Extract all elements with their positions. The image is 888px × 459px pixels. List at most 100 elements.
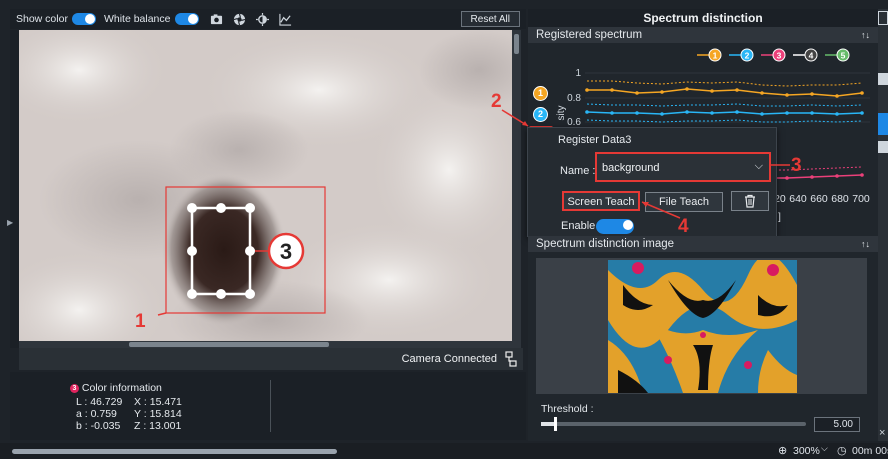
spectrum-series-line: [587, 80, 863, 87]
spectrum-point: [735, 110, 739, 114]
spectrum-point: [660, 90, 664, 94]
color-info-title: Color information: [81, 382, 162, 394]
spectrum-point: [610, 111, 614, 115]
x-tick: 680: [831, 193, 849, 205]
sort-icon[interactable]: ↑↓: [861, 236, 870, 252]
annotation-arrow-4: [641, 201, 681, 219]
elapsed-time: 00m 00s: [852, 445, 888, 457]
camera-view[interactable]: 3: [19, 30, 518, 348]
color-information: 3 Color information L : 46.729 X : 15.471…: [70, 382, 182, 432]
popup-title: Register Data3: [558, 134, 632, 146]
spectrum-point: [710, 111, 714, 115]
legend-label: 2: [745, 51, 750, 61]
spectrum-point: [810, 175, 814, 179]
registered-item-1[interactable]: 1: [533, 86, 548, 101]
graph-icon[interactable]: [278, 13, 292, 26]
show-color-toggle[interactable]: [71, 13, 96, 25]
reset-all-button[interactable]: Reset All: [460, 11, 520, 27]
sort-icon[interactable]: ↑↓: [861, 27, 870, 43]
clock-icon: ◷: [837, 445, 847, 457]
threshold-label: Threshold :: [541, 403, 594, 415]
registered-spectrum-header[interactable]: Registered spectrum ↑↓: [528, 27, 878, 43]
spectrum-point: [860, 91, 864, 95]
zoom-in-icon[interactable]: ⊕: [778, 444, 787, 457]
annotation-1: 1: [135, 311, 146, 332]
trash-icon: [745, 194, 755, 208]
spectrum-image-area: [536, 258, 867, 394]
bottom-scrollbar[interactable]: [12, 449, 337, 454]
chevron-down-icon[interactable]: ⌵: [821, 443, 828, 454]
x-tick: 640: [789, 193, 807, 205]
name-select-value: background: [602, 162, 660, 174]
spectrum-point: [635, 111, 639, 115]
white-balance-toggle[interactable]: [174, 13, 199, 25]
camera-icon[interactable]: [210, 13, 223, 26]
zoom-level[interactable]: 300%: [793, 445, 820, 457]
left-gutter: [10, 30, 19, 348]
x-tick: 700: [852, 193, 870, 205]
threshold-slider[interactable]: [541, 417, 806, 431]
camera-vertical-scrollbar[interactable]: [512, 30, 521, 348]
spectrum-point: [860, 111, 864, 115]
name-select[interactable]: background ⌵: [595, 152, 771, 182]
spectrum-point: [585, 88, 589, 92]
annotation-3: 3: [791, 155, 802, 176]
enable-toggle[interactable]: [596, 219, 634, 234]
spectrum-point: [685, 110, 689, 114]
camera-status-bar: Camera Connected: [19, 348, 523, 370]
white-balance-label: White balance: [103, 13, 171, 25]
spectrum-point: [660, 112, 664, 116]
spectrum-point: [860, 173, 864, 177]
screen-teach-button[interactable]: Screen Teach: [562, 191, 640, 211]
aperture-icon[interactable]: [233, 13, 246, 26]
close-icon[interactable]: ×: [879, 427, 885, 439]
spectrum-point: [710, 89, 714, 93]
panel-icon[interactable]: [878, 141, 888, 153]
spectrum-mode-icon[interactable]: [878, 113, 888, 135]
spectrum-distinction-image: [608, 260, 797, 393]
camera-status-text: Camera Connected: [401, 353, 497, 365]
spectrum-image-header[interactable]: Spectrum distinction image ↑↓: [528, 236, 878, 252]
registered-item-2[interactable]: 2: [533, 107, 548, 122]
threshold-handle[interactable]: [554, 417, 557, 431]
registered-spectrum-title: Registered spectrum: [536, 29, 643, 41]
spectrum-series-line: [586, 103, 863, 107]
spectrum-point: [685, 87, 689, 91]
panel-title: Spectrum distinction: [528, 9, 878, 27]
right-icon-strip: ×: [878, 9, 888, 441]
spectrum-point: [785, 111, 789, 115]
spectrum-point: [810, 92, 814, 96]
spectrum-point: [610, 88, 614, 92]
annotation-arrow-2: [501, 109, 529, 127]
y-axis-label: sity: [556, 106, 567, 121]
spectrum-series-line: [587, 88, 863, 97]
camera-horizontal-scrollbar[interactable]: [19, 341, 518, 348]
panel-icon[interactable]: [878, 11, 888, 25]
spectrum-point: [835, 174, 839, 178]
panel-icon[interactable]: [878, 73, 888, 85]
chevron-down-icon: ⌵: [754, 160, 763, 172]
spectrum-point: [810, 111, 814, 115]
threshold-input[interactable]: 5.00: [814, 417, 860, 432]
spectrum-point: [585, 110, 589, 114]
spectrum-point: [735, 88, 739, 92]
expand-left-icon[interactable]: ▶: [7, 218, 13, 227]
legend-label: 4: [809, 51, 814, 61]
color-row: L : 46.729 X : 15.471: [76, 396, 182, 408]
x-tick: 660: [810, 193, 828, 205]
chart-legend: 1 2 3 4 5: [697, 48, 850, 62]
spectrum-point: [785, 176, 789, 180]
y-tick: 1: [575, 68, 581, 79]
contrast-icon[interactable]: [255, 12, 269, 26]
spectrum-point: [760, 91, 764, 95]
delete-button[interactable]: [731, 191, 769, 211]
enable-label: Enable: [561, 220, 596, 232]
legend-label: 5: [841, 51, 846, 61]
spectrum-point: [760, 112, 764, 116]
x-axis-end: ]: [778, 211, 781, 223]
y-tick: 0.8: [567, 93, 581, 104]
show-color-label: Show color: [16, 13, 68, 25]
spectrum-point: [635, 91, 639, 95]
legend-label: 3: [777, 51, 782, 61]
annotation-arrow-3: [770, 164, 790, 166]
